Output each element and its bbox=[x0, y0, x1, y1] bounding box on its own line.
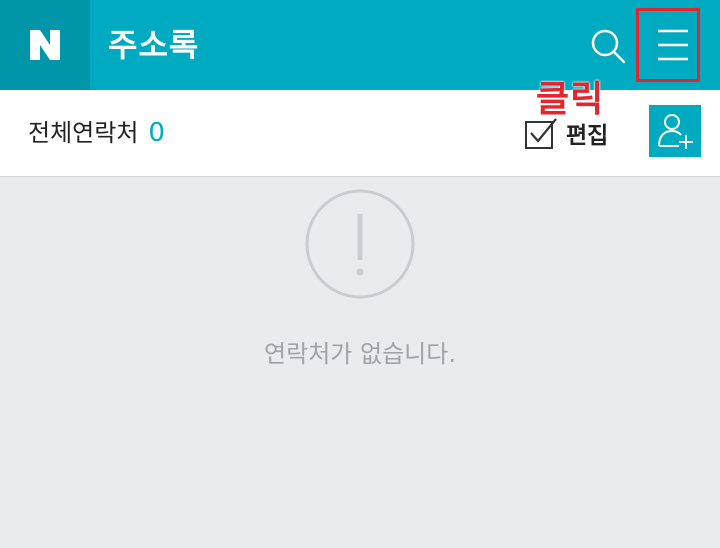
empty-state-message: 연락처가 없습니다. bbox=[264, 340, 456, 368]
search-button[interactable] bbox=[586, 24, 630, 68]
contacts-subbar: 전체연락처 0 편집 bbox=[0, 90, 720, 177]
search-icon bbox=[591, 29, 626, 64]
page-title: 주소록 bbox=[108, 26, 200, 64]
app-header: 주소록 bbox=[0, 0, 720, 90]
add-contact-button[interactable] bbox=[649, 105, 701, 157]
exclamation-circle-icon bbox=[305, 189, 415, 299]
all-contacts-label: 전체연락처 bbox=[28, 119, 139, 147]
click-highlight-box bbox=[636, 8, 700, 82]
naver-logo[interactable] bbox=[0, 0, 90, 90]
add-person-icon bbox=[658, 114, 693, 149]
contact-count: 0 bbox=[148, 118, 165, 148]
naver-logo-icon bbox=[30, 30, 60, 60]
click-annotation: 클릭 bbox=[536, 79, 605, 120]
all-contacts-heading: 전체연락처 0 bbox=[28, 112, 165, 154]
